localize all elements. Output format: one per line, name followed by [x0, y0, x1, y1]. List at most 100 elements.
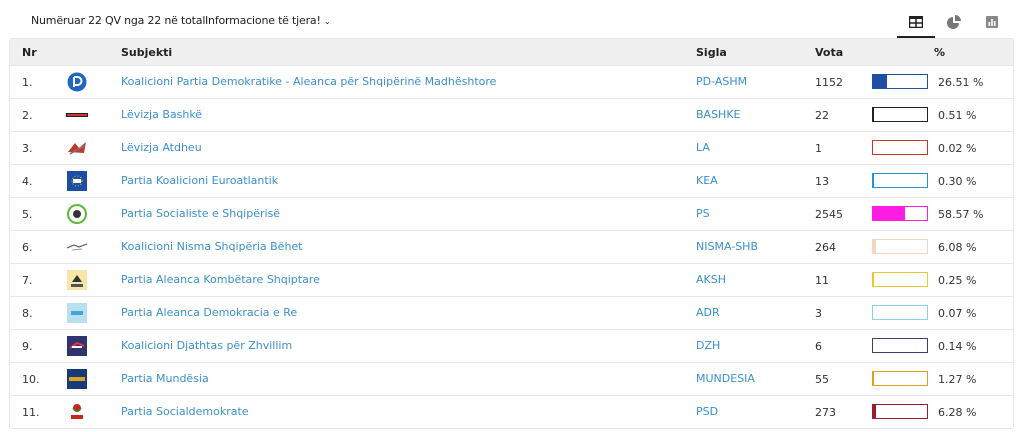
party-name-link[interactable]: Partia Mundësia: [121, 372, 209, 385]
table-icon: [909, 16, 923, 28]
ps-logo: [66, 204, 88, 224]
share-bar-fill: [873, 372, 874, 385]
row-number: 3.: [22, 142, 33, 155]
la-logo: [66, 138, 88, 158]
table-row: 3. Lëvizja Atdheu LA 1 0.02 %: [10, 131, 1013, 164]
party-abbreviation: DZH: [696, 339, 721, 352]
vote-percent: 6.08 %: [938, 241, 977, 254]
share-bar: [872, 272, 928, 287]
party-name-link[interactable]: Koalicioni Djathtas për Zhvillim: [121, 339, 292, 352]
vote-count: 1152: [815, 76, 843, 89]
adr-logo: [66, 303, 88, 323]
table-row: 1. Koalicioni Partia Demokratike - Aleanc…: [10, 65, 1013, 98]
row-number: 7.: [22, 274, 33, 287]
bar-chart-icon: [986, 16, 998, 28]
party-name-link[interactable]: Lëvizja Bashkë: [121, 108, 202, 121]
vote-percent: 0.30 %: [938, 175, 977, 188]
party-name-link[interactable]: Koalicioni Nisma Shqipëria Bëhet: [121, 240, 303, 253]
table-row: 9. Koalicioni Djathtas për Zhvillim DZH 6 0.…: [10, 329, 1013, 362]
tab-pie-view[interactable]: [935, 8, 973, 36]
aksh-logo: [66, 270, 88, 290]
party-abbreviation: KEA: [696, 174, 718, 187]
share-bar-fill: [873, 207, 905, 220]
party-abbreviation: LA: [696, 141, 710, 154]
vote-count: 55: [815, 373, 829, 386]
vote-count: 11: [815, 274, 829, 287]
col-subject: Subjekti: [121, 46, 173, 59]
share-bar-fill: [873, 405, 877, 418]
share-bar: [872, 404, 928, 419]
vote-percent: 0.02 %: [938, 142, 977, 155]
table-row: 4. Partia Koalicioni Euroatlantik KEA 13 0.3…: [10, 164, 1013, 197]
share-bar: [872, 173, 928, 188]
table-row: 5. Partia Socialiste e Shqipërisë PS 2545 58…: [10, 197, 1013, 230]
vote-percent: 0.25 %: [938, 274, 977, 287]
tab-bar-view[interactable]: [973, 8, 1011, 36]
results-table: Nr Subjekti Sigla Vota % 1. Koalicioni Pa…: [9, 38, 1014, 429]
chevron-down-icon: ⌄: [323, 17, 331, 26]
party-name-link[interactable]: Partia Aleanca Demokracia e Re: [121, 306, 297, 319]
row-number: 2.: [22, 109, 33, 122]
table-row: 10. Partia Mundësia MUNDESIA 55 1.27 %: [10, 362, 1013, 395]
row-number: 1.: [22, 76, 33, 89]
pie-chart-icon: [947, 15, 961, 29]
col-nr: Nr: [22, 46, 37, 59]
vote-percent: 0.51 %: [938, 109, 977, 122]
share-bar: [872, 206, 928, 221]
pd-logo: [66, 72, 88, 92]
party-abbreviation: BASHKE: [696, 108, 741, 121]
party-name-link[interactable]: Partia Socialiste e Shqipërisë: [121, 207, 280, 220]
top-bar: Numëruar 22 QV nga 22 në total Informaci…: [0, 0, 1024, 38]
party-name-link[interactable]: Partia Aleanca Kombëtare Shqiptare: [121, 273, 320, 286]
table-header: Nr Subjekti Sigla Vota %: [10, 39, 1013, 65]
dzh-logo: [66, 336, 88, 356]
table-row: 7. Partia Aleanca Kombëtare Shqiptare AKSH…: [10, 263, 1013, 296]
bashke-logo: [66, 105, 88, 125]
row-number: 8.: [22, 307, 33, 320]
party-name-link[interactable]: Lëvizja Atdheu: [121, 141, 202, 154]
kea-logo: [66, 171, 88, 191]
vote-percent: 58.57 %: [938, 208, 984, 221]
vote-count: 1: [815, 142, 822, 155]
share-bar: [872, 140, 928, 155]
col-sigla: Sigla: [696, 46, 727, 59]
vote-percent: 0.14 %: [938, 340, 977, 353]
more-info-dropdown[interactable]: Informacione të tjera! ⌄: [205, 14, 331, 27]
mundesia-logo: [66, 369, 88, 389]
share-bar-fill: [873, 75, 888, 88]
vote-count: 6: [815, 340, 822, 353]
party-abbreviation: MUNDESIA: [696, 372, 755, 385]
party-abbreviation: ADR: [696, 306, 720, 319]
col-votes: Vota: [815, 46, 844, 59]
vote-count: 3: [815, 307, 822, 320]
share-bar-fill: [873, 240, 877, 253]
vote-count: 22: [815, 109, 829, 122]
vote-percent: 26.51 %: [938, 76, 984, 89]
party-name-link[interactable]: Koalicioni Partia Demokratike - Aleanca …: [121, 75, 496, 88]
more-info-label: Informacione të tjera!: [205, 14, 321, 27]
table-row: 11. Partia Socialdemokrate PSD 273 6.28 %: [10, 395, 1013, 428]
party-abbreviation: AKSH: [696, 273, 726, 286]
party-abbreviation: PD-ASHM: [696, 75, 748, 88]
party-abbreviation: NISMA-SHB: [696, 240, 758, 253]
row-number: 10.: [22, 373, 40, 386]
tab-table-view[interactable]: [897, 8, 935, 38]
party-name-link[interactable]: Partia Socialdemokrate: [121, 405, 249, 418]
vote-count: 273: [815, 406, 836, 419]
vote-count: 264: [815, 241, 836, 254]
share-bar: [872, 371, 928, 386]
party-name-link[interactable]: Partia Koalicioni Euroatlantik: [121, 174, 278, 187]
view-tabs: [897, 8, 1011, 38]
row-number: 6.: [22, 241, 33, 254]
share-bar: [872, 74, 928, 89]
party-abbreviation: PSD: [696, 405, 719, 418]
col-percent: %: [934, 46, 946, 59]
party-abbreviation: PS: [696, 207, 710, 220]
nisma-logo: [66, 237, 88, 257]
vote-count: 2545: [815, 208, 843, 221]
share-bar: [872, 239, 928, 254]
vote-count: 13: [815, 175, 829, 188]
vote-percent: 6.28 %: [938, 406, 977, 419]
table-body: 1. Koalicioni Partia Demokratike - Aleanc…: [10, 65, 1013, 428]
share-bar: [872, 338, 928, 353]
